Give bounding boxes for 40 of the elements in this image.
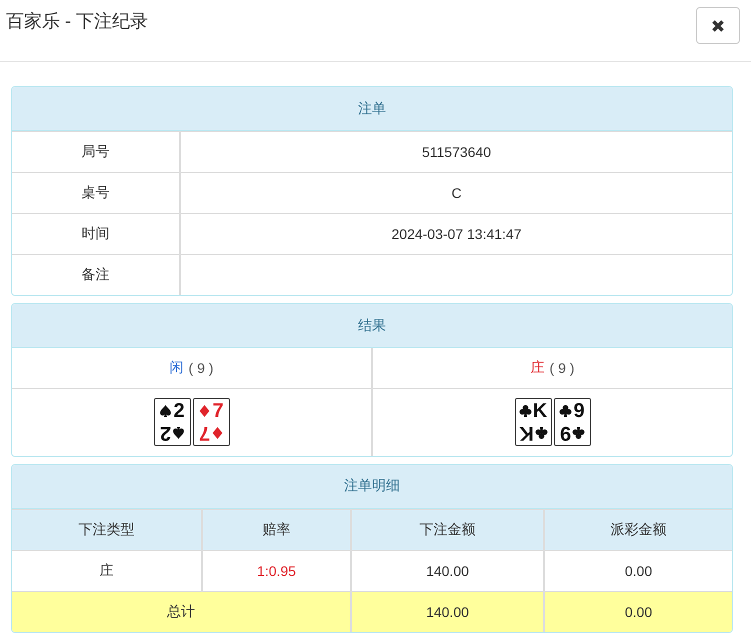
card-rank: 2	[173, 400, 185, 422]
spade-icon	[159, 404, 172, 418]
total-cell: 140.00	[351, 591, 544, 632]
field-value: 2024-03-07 13:41:47	[180, 214, 732, 254]
club-icon	[559, 404, 572, 418]
hand-label: 闲	[170, 359, 184, 377]
diamond-icon	[210, 426, 224, 440]
diamond-icon	[198, 404, 212, 418]
card-rank: 7	[198, 422, 210, 444]
spade-icon	[172, 426, 185, 440]
panel-heading: 结果	[12, 304, 732, 348]
club-icon	[534, 426, 548, 440]
field-label: 时间	[12, 214, 180, 254]
hand-score: ( 9 )	[550, 360, 574, 376]
total-cell: 0.00	[544, 591, 732, 632]
panel-heading: 注单	[12, 87, 732, 131]
club-icon	[518, 404, 532, 418]
panel-heading: 注单明细	[12, 464, 732, 508]
hand-label: 庄	[530, 359, 545, 377]
field-value: 511573640	[180, 132, 732, 172]
column-header: 下注类型	[12, 509, 202, 550]
card-rank: K	[532, 400, 548, 422]
card-rank: 9	[559, 422, 571, 444]
close-button[interactable]	[696, 7, 740, 44]
card-rank: 9	[573, 400, 585, 422]
card-rank: 7	[212, 400, 224, 422]
dialog-title: 百家乐 - 下注纪录	[6, 10, 148, 33]
column-header: 派彩金额	[544, 509, 732, 550]
field-label: 备注	[12, 254, 180, 295]
club-icon	[572, 426, 585, 440]
close-icon	[711, 18, 725, 32]
hand-score: ( 9 )	[188, 360, 214, 376]
total-label: 总计	[12, 591, 351, 632]
card-rank: 2	[159, 422, 171, 444]
field-label: 桌号	[12, 172, 180, 214]
card-rank: K	[518, 422, 534, 444]
field-value: C	[180, 172, 732, 214]
column-header: 赔率	[202, 509, 351, 550]
field-label: 局号	[12, 132, 180, 172]
column-header: 下注金额	[351, 509, 544, 550]
